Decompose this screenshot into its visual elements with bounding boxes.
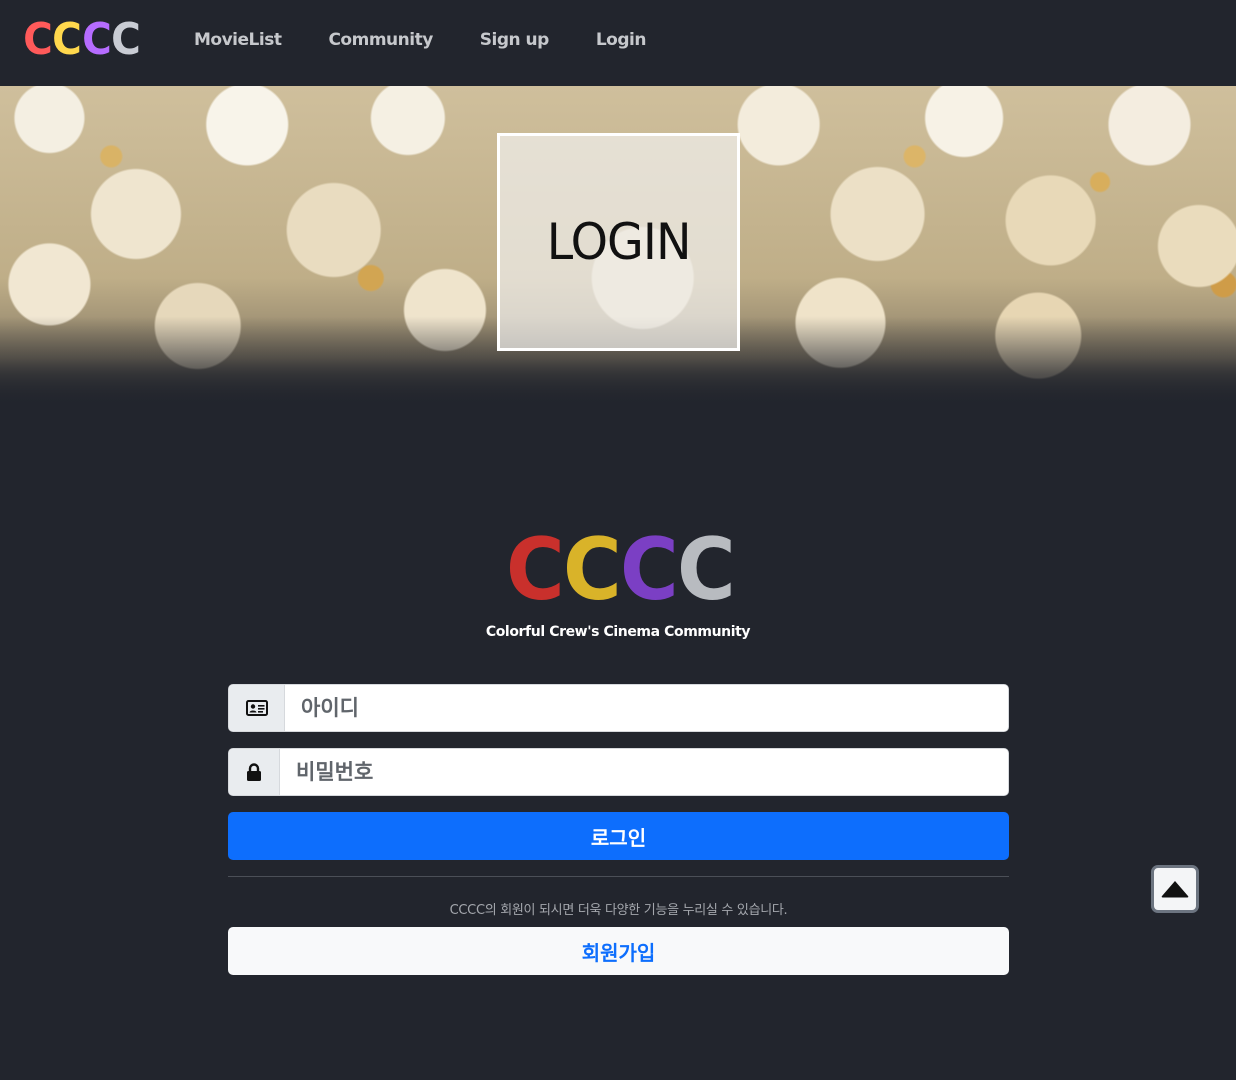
brand-logo-letter: C — [505, 520, 565, 620]
brand-block: C C C C Colorful Crew's Cinema Community — [418, 520, 818, 640]
logo-letter: C — [52, 14, 82, 65]
signup-button[interactable]: 회원가입 — [228, 927, 1009, 975]
navbar: C C C C MovieList Community Sign up Logi… — [0, 0, 1236, 86]
site-logo[interactable]: C C C C — [22, 14, 141, 65]
brand-logo-letter: C — [619, 520, 679, 620]
logo-letter: C — [111, 14, 141, 65]
signup-hint: CCCC의 회원이 되시면 더욱 다양한 기능을 누리실 수 있습니다. — [449, 903, 788, 918]
id-input-group — [228, 684, 1009, 732]
password-input-group — [228, 748, 1009, 796]
scroll-to-top-button[interactable] — [1151, 865, 1199, 913]
brand-logo-letter: C — [677, 520, 736, 620]
login-button[interactable]: 로그인 — [228, 812, 1009, 860]
brand-tagline: Colorful Crew's Cinema Community — [485, 624, 751, 640]
nav-links: MovieList Community Sign up Login — [194, 30, 693, 50]
nav-link-movielist[interactable]: MovieList — [194, 30, 282, 50]
divider — [228, 876, 1009, 877]
password-input[interactable] — [280, 749, 1008, 795]
nav-link-signup[interactable]: Sign up — [480, 30, 550, 50]
nav-link-community[interactable]: Community — [328, 30, 433, 50]
brand-logo: C C C C — [504, 520, 736, 620]
hero-title: LOGIN — [546, 213, 692, 271]
caret-up-icon — [1161, 881, 1189, 898]
login-form: 로그인 CCCC의 회원이 되시면 더욱 다양한 기능을 누리실 수 있습니다.… — [228, 684, 1009, 975]
hero-title-box: LOGIN — [497, 133, 740, 351]
brand-logo-letter: C — [562, 520, 622, 620]
logo-letter: C — [23, 14, 53, 65]
logo-letter: C — [81, 14, 112, 65]
hero-banner: LOGIN — [0, 86, 1236, 406]
nav-link-login[interactable]: Login — [596, 30, 647, 50]
lock-icon — [229, 749, 280, 795]
id-card-icon — [229, 685, 285, 731]
id-input[interactable] — [285, 685, 1008, 731]
